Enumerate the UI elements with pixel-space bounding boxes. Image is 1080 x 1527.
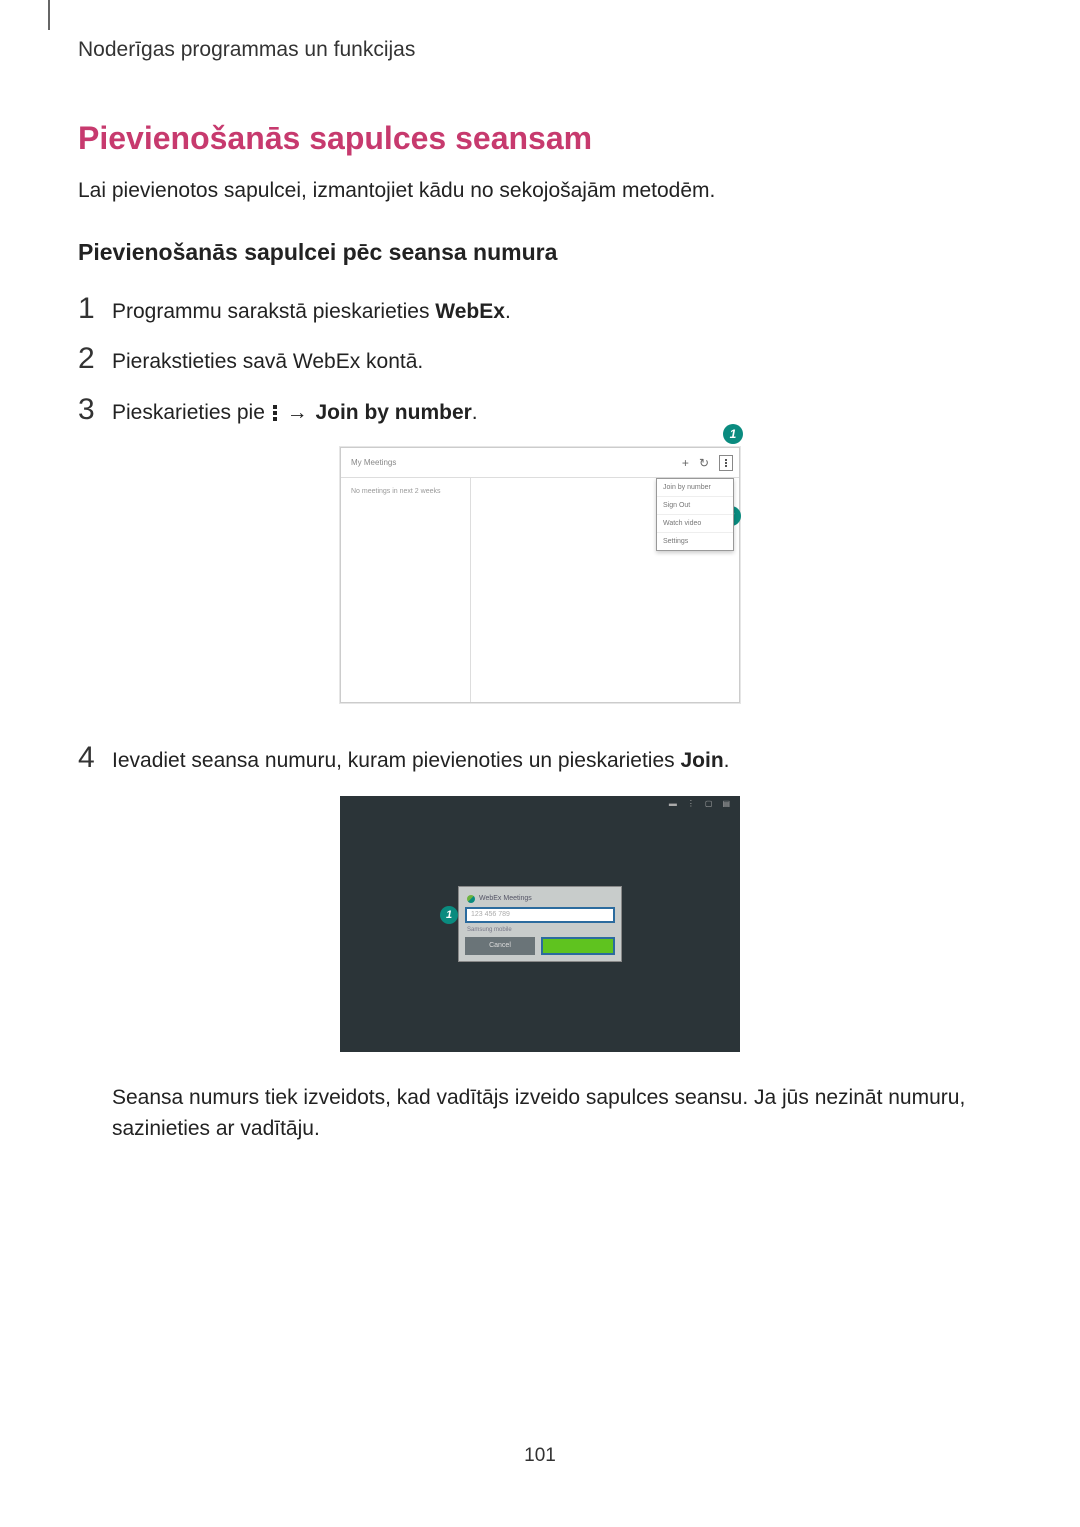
overflow-menu-icon[interactable] bbox=[719, 455, 733, 471]
step-4: 4 Ievadiet seansa numuru, kuram pievieno… bbox=[78, 743, 1002, 775]
vertical-dots-icon bbox=[273, 403, 277, 423]
dialog-title: WebEx Meetings bbox=[465, 893, 615, 907]
subsection-title: Pievienošanās sapulcei pēc seansa numura bbox=[78, 239, 1002, 266]
meetings-panel: No meetings in next 2 weeks bbox=[341, 478, 471, 702]
plus-icon[interactable]: + bbox=[682, 456, 689, 470]
step-number: 3 bbox=[78, 395, 112, 425]
empty-state-text: No meetings in next 2 weeks bbox=[351, 488, 441, 495]
step-3: 3 Pieskarieties pie → Join by number. bbox=[78, 395, 1002, 427]
screenshot-join-dialog: ▬ ⋮ ▢ ▤ 1 2 WebEx Meetings 123 456 789 S… bbox=[340, 796, 740, 1052]
step-1: 1 Programmu sarakstā pieskarieties WebEx… bbox=[78, 294, 1002, 326]
step-2: 2 Pierakstieties savā WebEx kontā. bbox=[78, 344, 1002, 376]
status-bar: ▬ ⋮ ▢ ▤ bbox=[340, 796, 740, 812]
page-title: Pievienošanās sapulces seansam bbox=[78, 120, 1002, 157]
join-button[interactable] bbox=[541, 937, 615, 955]
refresh-icon[interactable]: ↻ bbox=[699, 456, 709, 470]
overflow-menu: Join by number Sign Out Watch video Sett… bbox=[656, 478, 734, 551]
join-dialog: WebEx Meetings 123 456 789 Samsung mobil… bbox=[458, 886, 622, 962]
step-text: Pierakstieties savā WebEx kontā. bbox=[112, 347, 423, 376]
step-number: 4 bbox=[78, 743, 112, 773]
app-header: My Meetings + ↻ bbox=[341, 448, 739, 478]
step-text: Pieskarieties pie → Join by number. bbox=[112, 398, 478, 427]
page-fold-mark bbox=[48, 0, 50, 30]
section-header: Noderīgas programmas un funkcijas bbox=[78, 38, 1002, 62]
step-number: 2 bbox=[78, 344, 112, 374]
cancel-button[interactable]: Cancel bbox=[465, 937, 535, 955]
wifi-icon: ⋮ bbox=[687, 799, 695, 808]
page-number: 101 bbox=[0, 1445, 1080, 1467]
battery-icon: ▢ bbox=[705, 799, 713, 808]
info-note: Seansa numurs tiek izveidots, kad vadītā… bbox=[78, 1082, 1002, 1145]
dialog-subtext: Samsung mobile bbox=[465, 927, 615, 937]
menu-item-sign-out[interactable]: Sign Out bbox=[657, 497, 733, 515]
arrow-icon: → bbox=[287, 401, 308, 424]
menu-item-join-by-number[interactable]: Join by number bbox=[657, 479, 733, 497]
page-content: Noderīgas programmas un funkcijas Pievie… bbox=[0, 0, 1080, 1145]
menu-item-settings[interactable]: Settings bbox=[657, 533, 733, 550]
menu-item-watch-video[interactable]: Watch video bbox=[657, 515, 733, 533]
step-text: Programmu sarakstā pieskarieties WebEx. bbox=[112, 297, 511, 326]
app-title: My Meetings bbox=[351, 458, 396, 467]
screenshot-meetings-list: 1 My Meetings + ↻ No meetings in next 2 … bbox=[340, 447, 740, 703]
step-number: 1 bbox=[78, 294, 112, 324]
status-icon: ▬ bbox=[669, 799, 677, 808]
step-text: Ievadiet seansa numuru, kuram pievienoti… bbox=[112, 746, 730, 775]
callout-1: 1 bbox=[723, 424, 743, 444]
intro-text: Lai pievienotos sapulcei, izmantojiet kā… bbox=[78, 179, 1002, 203]
session-number-input[interactable]: 123 456 789 bbox=[465, 907, 615, 923]
webex-logo-icon bbox=[467, 895, 475, 903]
signal-icon: ▤ bbox=[722, 799, 730, 808]
callout-1: 1 bbox=[440, 906, 458, 924]
